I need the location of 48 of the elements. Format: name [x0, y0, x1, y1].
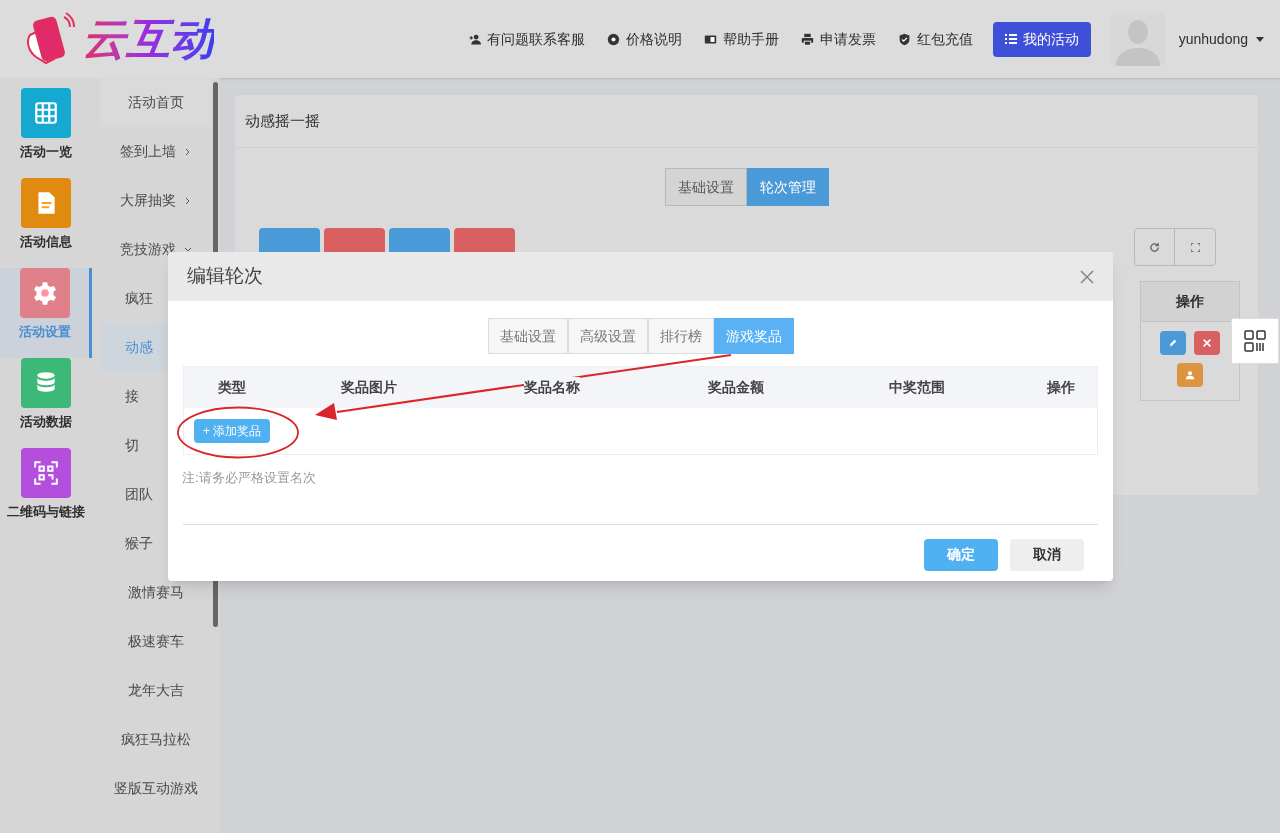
column-header: 操作: [1046, 377, 1075, 398]
header-link[interactable]: 价格说明: [606, 28, 682, 50]
caret-icon: [1256, 36, 1264, 42]
submenu-item[interactable]: 活动首页: [100, 78, 212, 127]
add-user-icon: [467, 32, 481, 46]
user-button[interactable]: [1177, 363, 1203, 387]
tab[interactable]: 高级设置: [567, 318, 648, 354]
cancel-button[interactable]: 取消: [1010, 538, 1084, 571]
edit-button[interactable]: [1160, 331, 1186, 355]
panel-title: 动感摇一摇: [235, 95, 1258, 148]
avatar: [1110, 12, 1165, 66]
user-icon: [1185, 370, 1195, 380]
settings-icon: [606, 32, 620, 46]
header-link[interactable]: 帮助手册: [703, 28, 779, 50]
close-icon: [1202, 338, 1212, 348]
qr-code-icon: [33, 460, 59, 486]
delete-button[interactable]: [1194, 331, 1220, 355]
my-activity-button[interactable]: 我的活动: [992, 21, 1091, 57]
sidebar-item[interactable]: 活动一览: [0, 88, 92, 178]
grid-icon: [33, 100, 59, 126]
column-header: 中奖范围: [889, 377, 945, 398]
book-icon: [703, 32, 717, 46]
close-button[interactable]: [1080, 269, 1094, 284]
column-header: 奖品图片: [341, 377, 397, 398]
logo-text: 云互动: [82, 17, 214, 61]
column-header: 类型: [217, 377, 246, 398]
printer-icon: [800, 32, 814, 46]
header-link[interactable]: 申请发票: [800, 28, 876, 50]
pencil-icon: [1168, 338, 1178, 348]
settings-icon: [31, 280, 58, 306]
user-menu[interactable]: yunhudong: [1178, 28, 1264, 50]
table-header-cell: 操作: [1141, 282, 1239, 322]
qr-code-button[interactable]: [1231, 318, 1279, 364]
qr-code-icon: [1244, 330, 1266, 352]
sidebar-item[interactable]: 活动信息: [0, 178, 92, 268]
column-header: 奖品名称: [523, 377, 580, 398]
header-link[interactable]: 有问题联系客服: [467, 28, 585, 50]
list-icon: [1004, 33, 1017, 45]
fullscreen-icon: [1190, 242, 1200, 252]
tab[interactable]: 基础设置: [487, 318, 568, 354]
refresh-icon: [1149, 241, 1160, 253]
sidebar-item[interactable]: 活动数据: [0, 358, 92, 448]
tab[interactable]: 排行榜: [647, 318, 714, 354]
tab[interactable]: 基础设置: [664, 168, 747, 206]
shield-check-icon: [897, 32, 911, 46]
column-header: 奖品金额: [707, 377, 764, 398]
sidebar-item[interactable]: 二维码与链接: [0, 448, 92, 538]
header-link[interactable]: 红包充值: [897, 28, 973, 50]
